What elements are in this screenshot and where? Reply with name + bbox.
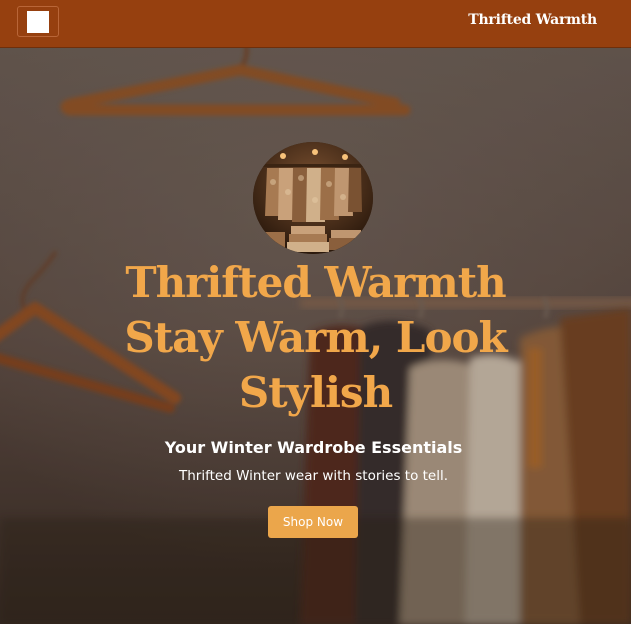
brand-link[interactable]: Thrifted Warmth	[468, 12, 597, 28]
hero-title-line-3: Stylish	[238, 368, 393, 417]
top-navbar: Thrifted Warmth	[0, 0, 631, 48]
hero-title-line-2: Stay Warm, Look	[124, 313, 507, 362]
hero-subtitle: Your Winter Wardrobe Essentials	[164, 438, 463, 457]
hero-avatar-image	[253, 142, 373, 254]
menu-toggle-button[interactable]	[17, 6, 59, 37]
hero-title-line-1: Thrifted Warmth	[125, 258, 506, 307]
shop-now-button[interactable]: Shop Now	[268, 506, 358, 538]
square-icon	[27, 10, 49, 33]
hero-title: Thrifted Warmth Stay Warm, Look Stylish	[40, 255, 591, 420]
hero-tagline: Thrifted Winter wear with stories to tel…	[178, 468, 449, 484]
